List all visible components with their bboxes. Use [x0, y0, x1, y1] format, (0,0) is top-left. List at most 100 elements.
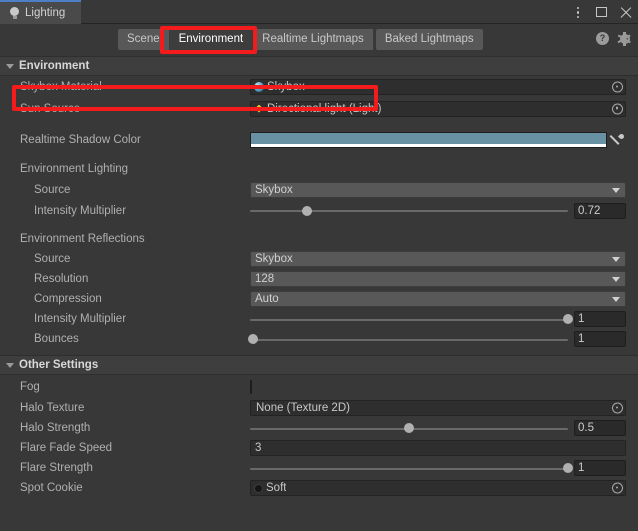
env-lighting-intensity-value[interactable]: 0.72 — [574, 202, 626, 219]
mode-tabs: Scene Environment Realtime Lightmaps Bak… — [118, 29, 483, 50]
fog-field-wrap — [250, 379, 626, 394]
maximize-icon[interactable] — [595, 6, 608, 19]
spot-cookie-label: Spot Cookie — [20, 482, 83, 494]
env-reflections-compression-label: Compression — [34, 293, 102, 305]
env-reflections-source-label: Source — [34, 253, 71, 265]
sun-source-value: Directional light (Light) — [267, 102, 382, 115]
halo-strength-slider[interactable] — [250, 420, 568, 436]
halo-texture-label: Halo Texture — [20, 402, 85, 414]
env-reflections-source-field-wrap: Skybox — [250, 251, 626, 267]
fog-checkbox[interactable] — [250, 379, 252, 394]
sun-source-picker-icon[interactable] — [612, 103, 623, 114]
slider-knob[interactable] — [248, 334, 259, 344]
env-reflections-compression-field-wrap: Auto — [250, 291, 626, 307]
row-fog: Fog — [0, 375, 638, 398]
skybox-material-field-wrap: Skybox — [250, 79, 626, 95]
row-halo-strength: Halo Strength 0.5 — [0, 418, 638, 438]
env-reflections-intensity-value[interactable]: 1 — [574, 311, 626, 327]
environment-lighting-group-label: Environment Lighting — [20, 162, 129, 175]
kebab-menu-icon[interactable] — [571, 6, 584, 19]
window-titlebar: Lighting — [0, 0, 638, 24]
env-reflections-bounces-label: Bounces — [34, 333, 79, 345]
halo-texture-value: None (Texture 2D) — [256, 402, 350, 414]
gear-icon[interactable] — [617, 31, 632, 46]
row-env-reflections-source: Source Skybox — [0, 249, 638, 269]
flare-strength-field-wrap: 1 — [250, 460, 626, 476]
env-reflections-resolution-field-wrap: 128 — [250, 271, 626, 287]
lighting-window-tab-label: Lighting — [25, 7, 66, 19]
section-header-environment[interactable]: Environment — [0, 56, 638, 76]
section-header-other-settings-label: Other Settings — [19, 359, 99, 371]
help-icon[interactable]: ? — [596, 32, 609, 45]
flare-strength-slider[interactable] — [250, 460, 573, 476]
sun-source-label: Sun Source — [20, 102, 81, 115]
env-lighting-source-field-wrap: Skybox — [250, 181, 626, 198]
light-icon — [254, 104, 264, 114]
env-reflections-source-value: Skybox — [255, 253, 293, 265]
cookie-dot-icon — [254, 483, 263, 493]
halo-texture-picker-icon[interactable] — [612, 402, 623, 414]
row-env-reflections-bounces: Bounces 1 — [0, 329, 638, 349]
env-reflections-intensity-slider[interactable] — [250, 311, 573, 327]
env-lighting-intensity-label: Intensity Multiplier — [34, 204, 127, 217]
env-lighting-source-dropdown[interactable]: Skybox — [250, 181, 626, 198]
flare-fade-speed-input[interactable]: 3 — [250, 440, 626, 456]
lighting-window-tab[interactable]: Lighting — [0, 0, 82, 24]
spot-cookie-object-field[interactable]: Soft — [250, 480, 626, 496]
close-icon[interactable] — [619, 6, 632, 19]
row-env-reflections-intensity: Intensity Multiplier 1 — [0, 309, 638, 329]
lightbulb-icon — [10, 7, 19, 19]
tab-environment[interactable]: Environment — [169, 29, 254, 50]
slider-track — [250, 210, 568, 212]
env-lighting-intensity-slider[interactable] — [250, 203, 568, 219]
tab-realtime-lightmaps[interactable]: Realtime Lightmaps — [253, 29, 374, 50]
flare-fade-speed-field-wrap: 3 — [250, 440, 626, 456]
mode-tabbar: Scene Environment Realtime Lightmaps Bak… — [0, 24, 638, 56]
lighting-settings-body: Environment Skybox Material Skybox Sun S… — [0, 56, 638, 498]
tab-baked-lightmaps[interactable]: Baked Lightmaps — [375, 29, 483, 50]
env-reflections-bounces-value[interactable]: 1 — [574, 331, 626, 347]
env-reflections-source-dropdown[interactable]: Skybox — [250, 251, 626, 267]
row-flare-fade-speed: Flare Fade Speed 3 — [0, 438, 638, 458]
env-reflections-compression-value: Auto — [255, 293, 279, 305]
skybox-material-picker-icon[interactable] — [612, 81, 623, 93]
skybox-material-object-field[interactable]: Skybox — [250, 79, 626, 95]
slider-knob[interactable] — [563, 314, 573, 324]
env-reflections-intensity-label: Intensity Multiplier — [34, 313, 127, 325]
realtime-shadow-color-label: Realtime Shadow Color — [20, 134, 141, 146]
tabbar-tools: ? — [596, 31, 632, 46]
sun-source-object-field[interactable]: Directional light (Light) — [250, 100, 626, 117]
skybox-material-value: Skybox — [267, 81, 305, 93]
environment-reflections-group-label: Environment Reflections — [20, 232, 145, 245]
section-header-environment-label: Environment — [19, 60, 90, 72]
spot-cookie-picker-icon[interactable] — [612, 482, 623, 494]
slider-track — [250, 318, 568, 321]
chevron-down-icon — [6, 63, 14, 69]
chevron-down-icon — [612, 277, 620, 282]
flare-strength-value[interactable]: 1 — [574, 460, 626, 476]
slider-knob[interactable] — [563, 463, 573, 473]
env-reflections-bounces-field-wrap: 1 — [248, 331, 626, 347]
realtime-shadow-color-field-wrap — [250, 132, 626, 148]
window-tab-strip: Lighting — [0, 0, 82, 24]
slider-knob[interactable] — [302, 205, 313, 216]
halo-strength-value[interactable]: 0.5 — [574, 420, 626, 436]
tab-scene[interactable]: Scene — [118, 29, 170, 50]
env-reflections-bounces-slider[interactable] — [248, 331, 568, 347]
row-realtime-shadow-color: Realtime Shadow Color — [0, 129, 638, 151]
realtime-shadow-color-fill — [251, 133, 606, 144]
spot-cookie-field-wrap: Soft — [250, 480, 626, 496]
section-header-other-settings[interactable]: Other Settings — [0, 355, 638, 375]
eyedropper-icon[interactable] — [609, 132, 626, 149]
halo-texture-object-field[interactable]: None (Texture 2D) — [250, 400, 626, 416]
chevron-down-icon — [612, 187, 620, 193]
env-reflections-resolution-label: Resolution — [34, 273, 89, 285]
realtime-shadow-color-swatch[interactable] — [250, 132, 626, 148]
slider-knob[interactable] — [404, 423, 414, 433]
env-reflections-compression-dropdown[interactable]: Auto — [250, 291, 626, 307]
group-environment-lighting: Environment Lighting — [0, 158, 638, 179]
row-env-reflections-resolution: Resolution 128 — [0, 269, 638, 289]
env-reflections-resolution-dropdown[interactable]: 128 — [250, 271, 626, 287]
